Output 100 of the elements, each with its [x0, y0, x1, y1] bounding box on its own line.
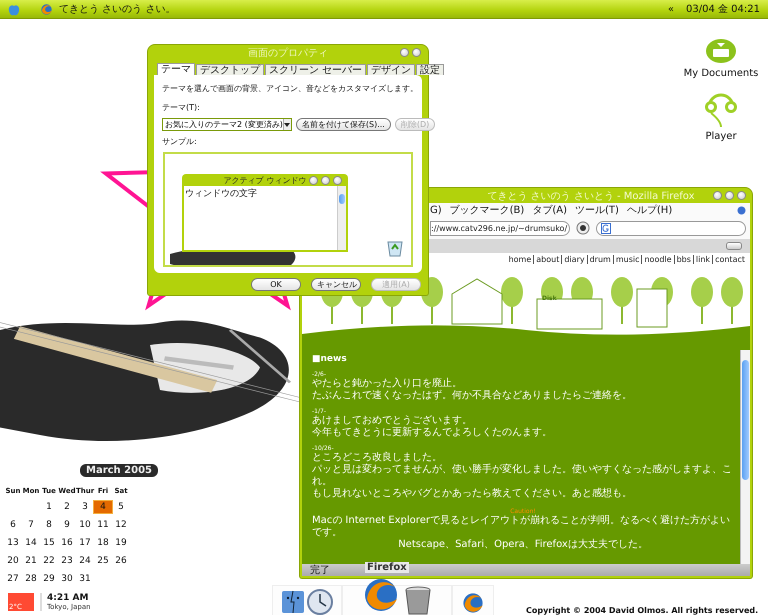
scrollbar[interactable] — [740, 350, 750, 564]
window-dot — [309, 176, 318, 185]
desktop-icon-label[interactable]: My Documents — [684, 68, 758, 79]
calendar-day[interactable]: 14 — [22, 537, 40, 549]
dialog-tab[interactable]: テーマ — [157, 63, 195, 75]
news-text: もし見れないところやバグとかあったら教えてください。あと感想も。 — [312, 488, 632, 500]
window-title: てきとう さいのう さいとう - Mozilla Firefox — [486, 190, 695, 202]
clock-icon[interactable] — [307, 589, 333, 615]
menu-clock: 03/04 金 04:21 — [686, 3, 760, 16]
recycle-bin-icon — [387, 239, 403, 257]
calendar-day[interactable]: 24 — [76, 555, 94, 567]
site-nav-link[interactable]: music — [612, 255, 642, 264]
calendar-day[interactable]: 27 — [4, 573, 22, 585]
dialog-button[interactable]: OK — [251, 278, 301, 291]
sample-window-text: ウィンドウの文字 — [184, 188, 258, 201]
calendar-day[interactable]: 5 — [112, 501, 130, 513]
calendar-day[interactable]: 12 — [112, 519, 130, 531]
calendar-title: March 2005 — [80, 464, 158, 477]
news-text: たぶんこれで速くなったはず。何か不具合などありましたらご連絡を。 — [312, 390, 632, 402]
search-engine-icon[interactable] — [576, 221, 590, 235]
window-dot[interactable] — [725, 191, 734, 200]
firefox-icon[interactable] — [40, 2, 53, 16]
window-dot[interactable] — [412, 48, 421, 57]
site-nav-link[interactable]: bbs — [674, 255, 693, 264]
site-nav-link[interactable]: home — [506, 255, 534, 264]
drawer-icon[interactable] — [705, 38, 737, 64]
dialog-title: 画面のプロパティ — [248, 46, 328, 60]
desktop-icon-label[interactable]: Player — [705, 131, 737, 142]
theme-label: テーマ(T): — [162, 102, 201, 113]
firefox-icon[interactable] — [461, 591, 485, 615]
window-dot[interactable] — [713, 191, 722, 200]
news-text: 今年もてきとうに更新するんでよろしくたのんます。 — [312, 427, 552, 439]
calendar-day[interactable]: 20 — [4, 555, 22, 567]
status-text: 完了 — [310, 564, 330, 577]
google-icon — [601, 222, 611, 234]
menu-item[interactable]: ツール(T) — [574, 203, 619, 217]
window-dot[interactable] — [737, 191, 746, 200]
calendar-day[interactable]: 26 — [112, 555, 130, 567]
caution-text: Macの Internet Explorerで見るとレイアウトが崩れることが判明。なるべく避けた方がよいです。 — [312, 515, 731, 538]
news-heading: ■news — [312, 354, 348, 364]
calendar-day[interactable]: 19 — [112, 537, 130, 549]
collapse-button[interactable]: « — [668, 4, 674, 14]
dialog-tab[interactable]: デスクトップ — [196, 64, 264, 75]
calendar-day[interactable]: 18 — [94, 537, 112, 549]
calendar-day[interactable]: 17 — [76, 537, 94, 549]
news-text: ところどころ改良しました。 — [312, 452, 442, 464]
calendar-day[interactable]: 1 — [40, 501, 58, 513]
menu-item[interactable]: ブックマーク(B) — [450, 203, 524, 217]
site-nav-link[interactable]: contact — [712, 255, 747, 264]
dialog-button[interactable]: キャンセル — [311, 278, 361, 291]
trash-icon[interactable] — [403, 585, 433, 615]
window-dot[interactable] — [400, 48, 409, 57]
calendar-day[interactable]: 3 — [76, 501, 94, 513]
news-text: パッと見は変わってませんが、使い勝手が変化しました。使いやすくなった感がしますよ、これ。 — [312, 464, 733, 488]
calendar-day[interactable]: 29 — [40, 573, 58, 585]
calendar-day[interactable]: 11 — [94, 519, 112, 531]
calendar-day[interactable]: 8 — [40, 519, 58, 531]
theme-dropdown[interactable]: お気に入りのテーマ2 (変更済み) — [162, 118, 292, 131]
window-dot — [321, 176, 330, 185]
tab-bar-button[interactable] — [726, 242, 742, 250]
dialog-tab[interactable]: スクリーン セーバー — [265, 64, 366, 75]
face-icon[interactable] — [281, 589, 305, 615]
menu-item[interactable]: ヘルプ(H) — [626, 203, 672, 217]
calendar-day[interactable]: 10 — [76, 519, 94, 531]
site-nav-link[interactable]: about — [533, 255, 562, 264]
site-nav-link[interactable]: noodle — [641, 255, 674, 264]
site-nav-link[interactable]: diary — [561, 255, 587, 264]
menu-item[interactable]: タブ(A) — [532, 203, 567, 217]
dialog-tab[interactable]: 設定 — [416, 64, 444, 75]
calendar-day[interactable]: 21 — [22, 555, 40, 567]
dialog-tab[interactable]: デザイン — [367, 64, 416, 75]
search-field[interactable] — [596, 220, 746, 236]
calendar-day[interactable]: 7 — [22, 519, 40, 531]
calendar-day[interactable]: 13 — [4, 537, 22, 549]
caution-text: Netscape、Safari、Opera、Firefoxは大丈夫でした。 — [398, 539, 648, 551]
copyright-text: Copyright © 2004 David Olmos. All rights reserved. — [526, 606, 758, 615]
calendar-day[interactable]: 9 — [58, 519, 76, 531]
calendar-day[interactable]: 6 — [4, 519, 22, 531]
calendar-day[interactable]: 22 — [40, 555, 58, 567]
calendar-day[interactable]: 4 — [94, 501, 112, 513]
calendar-day[interactable]: 30 — [58, 573, 76, 585]
sample-label: サンプル: — [162, 136, 198, 147]
dialog-description: テーマを選んで画面の背景、アイコン、音などをカスタマイズします。 — [162, 83, 414, 94]
calendar-day[interactable]: 31 — [76, 573, 94, 585]
dock-label: Firefox — [365, 562, 409, 573]
side-button[interactable]: 名前を付けて保存(S)... — [296, 118, 391, 131]
throbber-icon — [737, 206, 746, 214]
scrollbar — [337, 186, 346, 250]
calendar-day[interactable]: 23 — [58, 555, 76, 567]
site-nav-link[interactable]: link — [692, 255, 712, 264]
calendar-day[interactable]: 2 — [58, 501, 76, 513]
calendar-day[interactable]: 15 — [40, 537, 58, 549]
url-field[interactable]: ://www.catv296.ne.jp/~drumsuko/ — [430, 220, 570, 236]
menu-item[interactable]: G) — [430, 204, 442, 216]
site-nav-link[interactable]: drum — [586, 255, 613, 264]
apple-icon[interactable] — [8, 2, 20, 16]
calendar-day[interactable]: 28 — [22, 573, 40, 585]
calendar-day[interactable]: 16 — [58, 537, 76, 549]
calendar-day[interactable]: 25 — [94, 555, 112, 567]
clock-time: 4:21 AM — [47, 593, 90, 603]
